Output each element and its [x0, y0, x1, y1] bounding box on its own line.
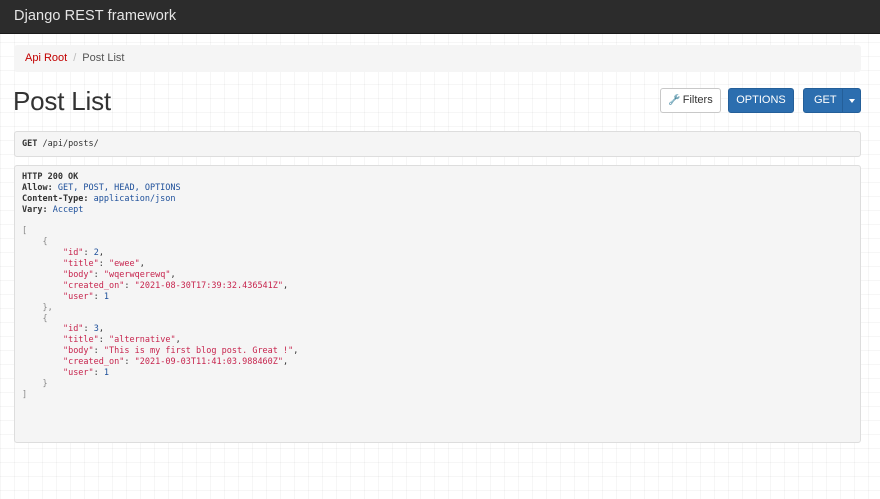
caret-down-icon[interactable] — [849, 99, 855, 103]
get-button-divider — [842, 89, 843, 112]
options-button[interactable]: OPTIONS — [728, 88, 794, 113]
brand-link[interactable]: Django REST framework — [14, 8, 176, 24]
breadcrumb-api-root-link[interactable]: Api Root — [25, 52, 67, 64]
page-title: Post List — [13, 86, 111, 116]
post-body: "This is my first blog post. Great !" — [103, 346, 294, 357]
post-user: 1 — [103, 291, 110, 302]
breadcrumb-current: Post List — [82, 52, 125, 64]
request-line: GET /api/posts/ — [14, 131, 861, 157]
post-created-on: "2021-08-30T17:39:32.436541Z" — [134, 280, 284, 291]
breadcrumb: Api Root / Post List — [14, 45, 861, 72]
breadcrumb-separator: / — [73, 52, 77, 64]
header-value: application/json — [88, 193, 176, 204]
filters-button-label: Filters — [682, 94, 713, 106]
get-button-label: GET — [814, 94, 837, 106]
header-name: Content-Type: — [22, 193, 89, 204]
navbar: Django REST framework — [0, 0, 880, 34]
post-title: "ewee" — [109, 259, 140, 270]
header-name: Vary: — [22, 204, 48, 215]
post-title: "alternative" — [109, 335, 176, 346]
post-id: 2 — [93, 248, 99, 259]
request-method: GET — [22, 139, 38, 149]
request-path: /api/posts/ — [37, 139, 99, 149]
post-created-on: "2021-09-03T11:41:03.988460Z" — [134, 357, 284, 368]
wrench-icon: 🔧 — [668, 95, 681, 106]
get-button[interactable]: GET — [803, 88, 861, 113]
post-id: 3 — [93, 324, 99, 335]
header-name: Allow: — [22, 182, 53, 193]
post-body: "wqerwqerewq" — [103, 270, 171, 281]
post-user: 1 — [103, 368, 110, 379]
response-status: HTTP 200 OK — [22, 172, 79, 182]
header-value: GET, POST, HEAD, OPTIONS — [52, 182, 181, 193]
header-value: Accept — [47, 204, 84, 215]
response-body: HTTP 200 OK Allow: GET, POST, HEAD, OPTIO… — [14, 165, 861, 443]
filters-button[interactable]: 🔧 Filters — [660, 88, 721, 113]
